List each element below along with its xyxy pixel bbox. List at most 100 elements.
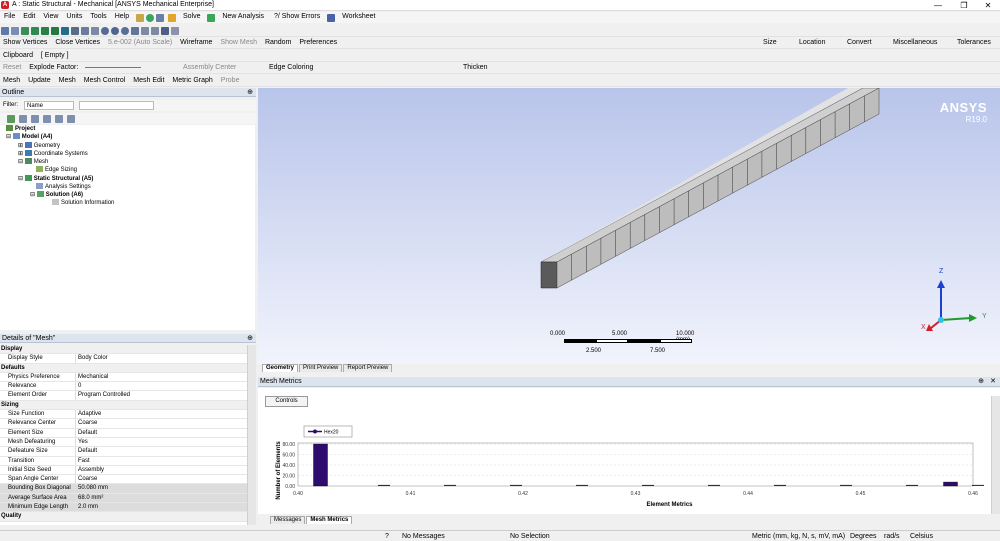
collapse-model-icon[interactable] (43, 115, 51, 123)
status-units[interactable]: Metric (mm, kg, N, s, mV, mA) (752, 533, 845, 540)
tree-node-solution[interactable]: ⊟ Solution (A6) (30, 191, 83, 199)
select-mode-icon[interactable] (11, 27, 19, 35)
details-row[interactable]: Average Surface Area 68.0 mm² (0, 493, 247, 504)
details-value[interactable]: Default (76, 447, 247, 455)
help-icon[interactable]: ? (385, 533, 389, 540)
collapse-env-icon[interactable] (31, 115, 39, 123)
details-row[interactable]: Transition Fast (0, 456, 247, 466)
show-errors-button[interactable]: ?/ Show Errors (270, 12, 324, 21)
element-icon[interactable] (71, 27, 79, 35)
details-row[interactable]: Size Function Adaptive (0, 410, 247, 420)
details-value[interactable]: Fast (76, 457, 247, 465)
sort-icon[interactable] (55, 115, 63, 123)
details-value[interactable]: 0 (76, 382, 247, 390)
metric-graph-button[interactable]: Metric Graph (169, 75, 215, 87)
details-value[interactable]: 50.080 mm (76, 484, 247, 493)
tree-node-project[interactable]: Project (6, 125, 35, 133)
tree-icon[interactable] (156, 14, 165, 22)
details-value[interactable]: Program Controlled (76, 391, 247, 399)
tree-node-geometry[interactable]: ⊞ Geometry (18, 142, 60, 150)
tree-node-coordinate-systems[interactable]: ⊞ Coordinate Systems (18, 150, 88, 158)
pan-icon[interactable] (91, 27, 99, 35)
check-icon[interactable] (146, 14, 155, 22)
controls-button[interactable]: Controls (265, 396, 308, 407)
details-value[interactable]: Coarse (76, 475, 247, 483)
details-row[interactable]: Initial Size Seed Assembly (0, 465, 247, 476)
body-icon[interactable] (51, 27, 59, 35)
show-mesh-button[interactable]: Show Mesh (217, 37, 260, 49)
details-value[interactable]: 68.0 mm² (76, 493, 247, 503)
close-vertices-button[interactable]: Close Vertices (52, 37, 103, 49)
expand-icon[interactable] (7, 115, 15, 123)
details-value[interactable]: Yes (76, 438, 247, 446)
magnify-icon[interactable] (131, 27, 139, 35)
tree-node-solution-information[interactable]: Solution Information (52, 199, 114, 207)
viewports-icon[interactable] (171, 27, 179, 35)
details-group[interactable]: Sizing (0, 400, 247, 411)
tree-node-mesh[interactable]: ⊟ Mesh (18, 158, 48, 166)
details-row[interactable]: Element Size Default (0, 428, 247, 438)
reverse-sort-icon[interactable] (67, 115, 75, 123)
details-value[interactable]: Default (76, 429, 247, 437)
menu-units[interactable]: Units (62, 12, 86, 21)
edge-icon[interactable] (31, 27, 39, 35)
details-row[interactable]: Display Style Body Color (0, 354, 247, 364)
details-row[interactable]: Defeature Size Default (0, 447, 247, 457)
filter-input[interactable] (79, 101, 154, 110)
worksheet-icon[interactable] (327, 14, 336, 22)
mesh-control-dropdown[interactable]: Mesh Control (81, 75, 129, 87)
edge-coloring-dropdown[interactable]: Edge Coloring (266, 62, 316, 74)
tab-report-preview[interactable]: Report Preview (343, 364, 393, 372)
metrics-scrollbar[interactable] (991, 396, 1000, 514)
details-row[interactable]: Relevance Center Coarse (0, 419, 247, 429)
tree-node-model[interactable]: ⊟ Model (A4) (6, 133, 52, 141)
menu-file[interactable]: File (0, 12, 19, 21)
status-messages[interactable]: No Messages (402, 533, 445, 540)
maximize-button[interactable]: ❐ (952, 0, 976, 11)
menu-tools[interactable]: Tools (86, 12, 110, 21)
close-button[interactable]: ✕ (976, 0, 1000, 11)
assembly-center-dropdown[interactable]: Assembly Center (180, 62, 239, 74)
miscellaneous-dropdown[interactable]: Miscellaneous (890, 37, 940, 49)
reset-button[interactable]: Reset (0, 62, 24, 74)
zoom-icon[interactable] (101, 27, 109, 35)
convert-dropdown[interactable]: Convert (844, 37, 875, 49)
filter-select[interactable]: Name (24, 101, 74, 110)
iso-view-icon[interactable] (161, 27, 169, 35)
tolerances-button[interactable]: Tolerances (954, 37, 994, 49)
probe-button[interactable]: Probe (218, 75, 243, 87)
details-row[interactable]: Physics Preference Mechanical (0, 372, 247, 383)
zoom-box-icon[interactable] (111, 27, 119, 35)
details-pin-icon[interactable]: ⊕ (247, 334, 253, 343)
close-vertices-scale[interactable]: 5.e-002 (Auto Scale) (105, 37, 175, 49)
wireframe-button[interactable]: Wireframe (177, 37, 215, 49)
status-temperature-units[interactable]: Celsius (910, 533, 933, 540)
status-rotation-units[interactable]: rad/s (884, 533, 900, 540)
details-value[interactable]: Assembly (76, 466, 247, 474)
graphics-viewport[interactable]: ANSYS R19.0 0.000 5.000 10.000 (mm) 2.50… (258, 88, 1000, 364)
minimize-button[interactable]: — (926, 0, 950, 11)
tab-messages[interactable]: Messages (270, 516, 306, 524)
details-row[interactable]: Mesh Defeaturing Yes (0, 437, 247, 448)
solve-button[interactable]: Solve (179, 12, 205, 21)
tab-geometry[interactable]: Geometry (262, 364, 299, 372)
details-row[interactable]: Relevance 0 (0, 382, 247, 392)
details-group[interactable]: Display (0, 345, 247, 355)
collapse-icon[interactable] (19, 115, 27, 123)
size-dropdown[interactable]: Size (760, 37, 780, 49)
node-icon[interactable] (61, 27, 69, 35)
mesh-dropdown[interactable]: Mesh (56, 75, 79, 87)
details-value[interactable]: Body Color (76, 354, 247, 362)
details-value[interactable]: Adaptive (76, 410, 247, 418)
previous-view-icon[interactable] (141, 27, 149, 35)
pin-icon[interactable]: ⊕ (247, 88, 253, 97)
menu-view[interactable]: View (39, 12, 62, 21)
details-value[interactable]: Mechanical (76, 373, 247, 381)
details-value[interactable]: Coarse (76, 419, 247, 427)
update-button[interactable]: Update (25, 75, 54, 87)
explode-slider[interactable] (83, 62, 143, 74)
tree-node-analysis-settings[interactable]: Analysis Settings (36, 183, 91, 191)
new-analysis-button[interactable]: New Analysis (218, 12, 268, 21)
random-button[interactable]: Random (262, 37, 294, 49)
menu-help[interactable]: Help (111, 12, 133, 21)
